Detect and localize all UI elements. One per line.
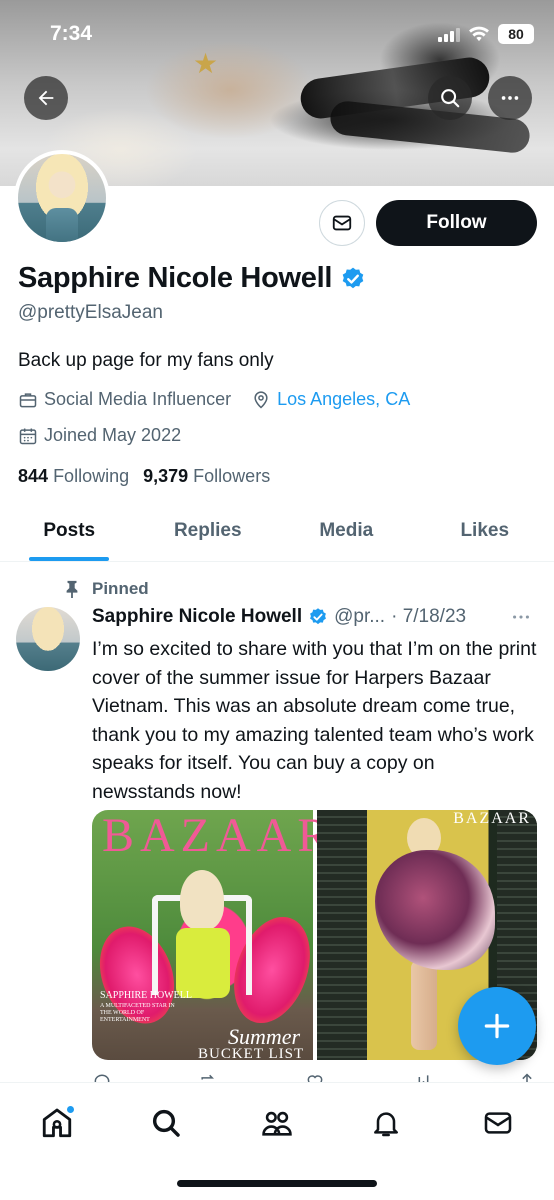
briefcase-icon — [19, 392, 37, 407]
image-detail — [180, 870, 224, 930]
image-detail — [176, 928, 230, 998]
post-more-button[interactable] — [510, 606, 532, 634]
nav-search[interactable] — [146, 1103, 186, 1143]
followers-label: Followers — [193, 466, 271, 486]
verified-badge-icon — [310, 608, 327, 625]
post-text: I’m so excited to share with you that I’… — [92, 638, 537, 803]
post-date[interactable]: · 7/18/23 — [391, 606, 466, 628]
tab-likes[interactable]: Likes — [416, 500, 554, 561]
followers-link[interactable]: 9,379 Followers — [143, 466, 270, 487]
avatar-photo-detail — [46, 208, 78, 242]
cover-name: SAPPHIRE HOWELL A MULTIFACETED STAR IN T… — [100, 990, 192, 1024]
pinned-indicator: Pinned — [64, 579, 149, 599]
following-label: Following — [53, 466, 130, 486]
calendar-icon — [19, 428, 37, 444]
image-brand-text: BAZAAR — [453, 810, 531, 827]
following-link[interactable]: 844 Following — [18, 466, 129, 487]
star-sticker-icon: ★ — [193, 48, 219, 79]
profile-name-row: Sapphire Nicole Howell — [18, 262, 366, 295]
post-header: Sapphire Nicole Howell @pr... · 7/18/23 — [92, 606, 542, 628]
profile-avatar[interactable] — [14, 150, 110, 246]
post-author-name[interactable]: Sapphire Nicole Howell — [92, 606, 302, 628]
more-horizontal-icon — [513, 615, 529, 619]
status-icons: 80 — [438, 24, 534, 44]
wifi-icon — [469, 26, 489, 42]
pin-icon — [66, 580, 78, 598]
profile-name: Sapphire Nicole Howell — [18, 262, 333, 294]
unread-dot — [66, 1105, 75, 1114]
status-time: 7:34 — [50, 22, 93, 45]
search-icon — [441, 89, 460, 108]
communities-icon — [262, 1111, 292, 1136]
home-indicator[interactable] — [177, 1180, 377, 1187]
following-count: 844 — [18, 466, 49, 486]
profile-joined-row: Joined May 2022 — [18, 425, 181, 446]
image-detail — [375, 850, 495, 970]
message-button[interactable] — [319, 200, 365, 246]
profile-joined-label: Joined May 2022 — [44, 425, 182, 445]
cover-name-line: SAPPHIRE HOWELL — [100, 990, 192, 1001]
image-detail — [317, 810, 367, 1060]
post-image-magazine-cover[interactable]: BAZAAR SAPPHIRE HOWELL A MULTIFACETED ST… — [92, 810, 329, 1060]
nav-notifications[interactable] — [366, 1103, 406, 1143]
mail-icon — [332, 215, 352, 231]
search-icon — [152, 1109, 180, 1137]
battery-indicator: 80 — [498, 24, 534, 44]
more-horizontal-icon — [501, 96, 519, 100]
follow-button[interactable]: Follow — [376, 200, 537, 246]
compose-post-button[interactable] — [458, 987, 536, 1065]
nav-messages[interactable] — [478, 1103, 518, 1143]
profile-handle: @prettyElsaJean — [18, 302, 163, 323]
arrow-left-icon — [38, 90, 54, 106]
mail-icon — [484, 1112, 512, 1134]
tab-media[interactable]: Media — [277, 500, 416, 561]
verified-badge-icon[interactable] — [340, 266, 366, 292]
nav-communities[interactable] — [257, 1103, 297, 1143]
profile-joined: Joined May 2022 — [18, 425, 181, 446]
tab-replies[interactable]: Replies — [139, 500, 278, 561]
profile-category-label: Social Media Influencer — [44, 389, 232, 409]
cover-title: BAZAAR — [102, 810, 336, 862]
tab-posts[interactable]: Posts — [0, 500, 139, 561]
bell-icon — [374, 1112, 398, 1137]
cover-subtitle-2: BUCKET LIST — [198, 1046, 305, 1060]
image-detail — [411, 960, 437, 1050]
profile-location[interactable]: Los Angeles, CA — [251, 389, 410, 410]
search-button[interactable] — [428, 76, 472, 120]
location-pin-icon — [254, 390, 268, 409]
back-button[interactable] — [24, 76, 68, 120]
pinned-label: Pinned — [92, 579, 149, 598]
cellular-signal-icon — [438, 26, 460, 42]
profile-category: Social Media Influencer — [18, 389, 231, 410]
plus-icon — [484, 1013, 510, 1039]
followers-count: 9,379 — [143, 466, 189, 486]
more-options-button[interactable] — [488, 76, 532, 120]
profile-tabs: Posts Replies Media Likes — [0, 500, 554, 562]
post-author-handle: @pr... — [334, 606, 386, 627]
cover-tagline: A MULTIFACETED STAR IN THE WORLD OF ENTE… — [100, 1003, 175, 1023]
profile-location-link[interactable]: Los Angeles, CA — [277, 389, 410, 410]
post-author-avatar[interactable] — [16, 607, 80, 671]
nav-home[interactable] — [37, 1103, 77, 1143]
profile-bio: Back up page for my fans only — [18, 350, 274, 371]
follow-counts: 844 Following 9,379 Followers — [18, 466, 270, 487]
profile-meta-row: Social Media Influencer Los Angeles, CA — [18, 389, 410, 410]
